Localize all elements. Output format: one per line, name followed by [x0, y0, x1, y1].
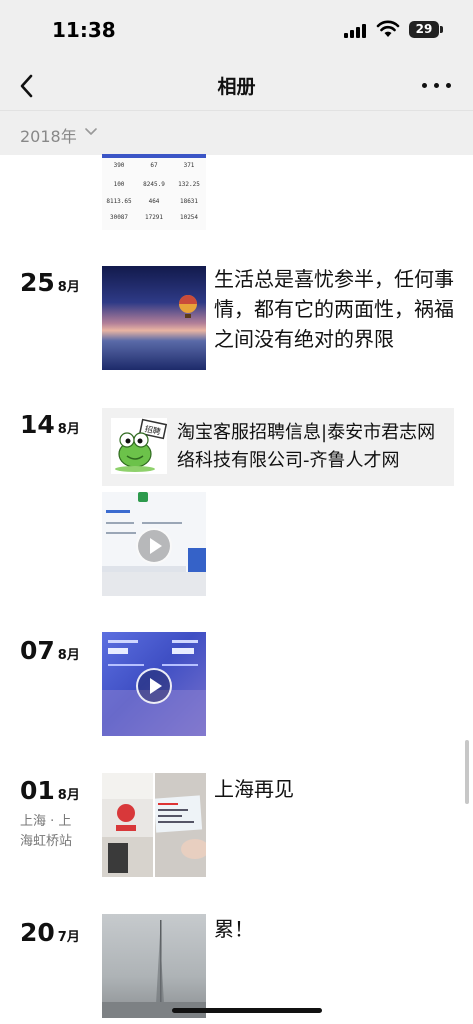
year-label: 2018年: [20, 127, 77, 146]
stat-cell: 390: [113, 162, 125, 169]
sunset-balloon-photo[interactable]: [102, 266, 206, 370]
post-date-01: 01 8月: [20, 776, 80, 805]
post-location[interactable]: 上海 · 上海虹桥站: [20, 812, 84, 852]
foggy-tower-photo[interactable]: [102, 914, 206, 1018]
post-text[interactable]: 生活总是喜忧参半，任何事情，都有它的两面性，祸福之间没有绝对的界限: [214, 264, 454, 354]
status-bar: 11:38 29: [0, 0, 473, 62]
stat-cell: 30087: [109, 214, 129, 221]
home-indicator[interactable]: [172, 1008, 322, 1013]
video-thumbnail[interactable]: [102, 492, 206, 596]
share-title: 淘宝客服招聘信息|泰安市君志网络科技有限公司-齐鲁人才网: [177, 422, 436, 471]
battery-icon: 29: [409, 21, 439, 38]
chevron-down-icon: [85, 128, 97, 135]
stat-cell: 8113.65: [106, 198, 132, 205]
chevron-left-icon[interactable]: [14, 70, 44, 102]
frog-icon: 招聘: [111, 418, 168, 474]
hot-air-balloon-icon: [179, 295, 197, 318]
stat-cell: 10254: [179, 214, 199, 221]
post-date-25: 25 8月: [20, 268, 80, 297]
battery-cap: [440, 26, 443, 33]
train-ticket-photo[interactable]: [155, 773, 206, 877]
restaurant-photo[interactable]: [102, 773, 153, 877]
stat-cell: 8245.9: [143, 181, 165, 188]
stat-cell: 371: [183, 162, 195, 169]
post-date-07: 07 8月: [20, 636, 80, 665]
stat-cell: 132.25: [178, 181, 200, 188]
status-time: 11:38: [52, 18, 116, 42]
ellipsis-icon[interactable]: [420, 80, 454, 92]
post-date-14: 14 8月: [20, 410, 80, 439]
play-icon[interactable]: [136, 528, 172, 564]
stat-cell: 100: [113, 181, 125, 188]
stat-cell: 17291: [144, 214, 164, 221]
cellular-signal-icon: [344, 22, 368, 38]
stats-screenshot-thumbnail[interactable]: 390 67 371 100 8245.9 132.25 8113.65 464…: [102, 154, 206, 230]
scrollbar[interactable]: [465, 740, 469, 804]
post-text[interactable]: 上海再见: [214, 774, 454, 804]
nav-bar: 相册: [0, 62, 473, 110]
wifi-icon: [376, 20, 400, 37]
stat-cell: 18631: [179, 198, 199, 205]
post-date-20: 20 7月: [20, 918, 80, 947]
stat-cell: 464: [148, 198, 160, 205]
page-title: 相册: [217, 76, 256, 98]
stat-cell: 67: [150, 162, 158, 169]
play-icon[interactable]: [136, 668, 172, 704]
video-thumbnail[interactable]: [102, 632, 206, 736]
post-text[interactable]: 累！: [214, 914, 454, 944]
year-filter[interactable]: 2018年: [0, 110, 473, 155]
shared-link-card[interactable]: 招聘 淘宝客服招聘信息|泰安市君志网络科技有限公司-齐鲁人才网: [102, 408, 454, 486]
